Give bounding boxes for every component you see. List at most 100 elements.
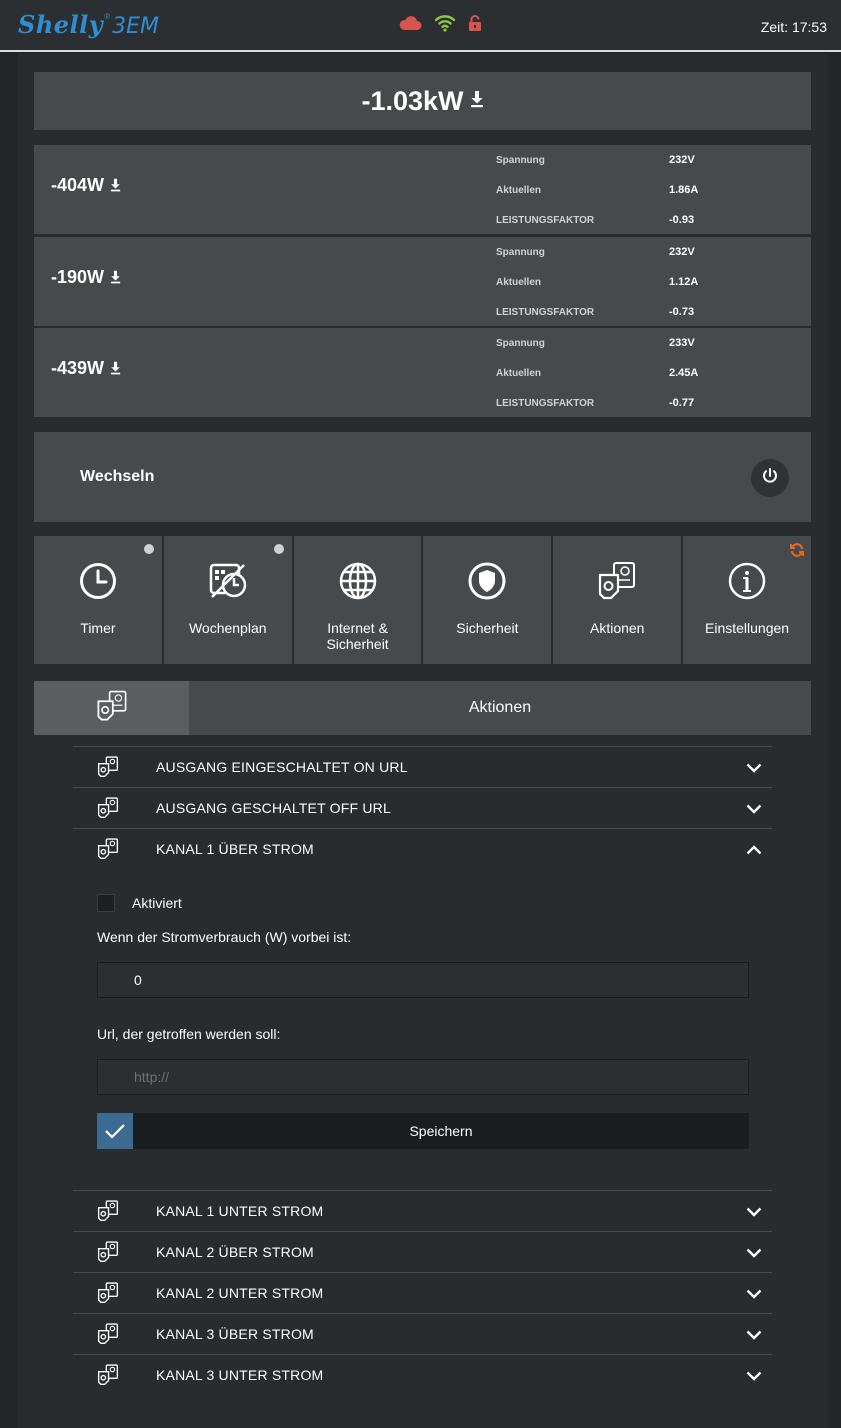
tile-label: Sicherheit [456,620,519,636]
action-label: KANAL 2 UNTER STROM [156,1285,324,1301]
shelly-logo: Shelly ® 3EM [18,10,159,39]
cloud-icon[interactable] [398,15,422,36]
clock-icon [78,560,118,602]
menu-tiles: Timer Wochenplan Internet & Sicherheit Si… [34,536,811,664]
shield-icon [467,560,507,602]
download-arrow-icon [110,359,121,380]
action-row-channel3-over-power[interactable]: KANAL 3 ÜBER STROM [73,1313,772,1354]
power-factor-value: -0.77 [669,397,695,409]
top-bar: Shelly ® 3EM Zeit: 17:53 [0,0,841,52]
action-row-channel3-under-power[interactable]: KANAL 3 UNTER STROM [73,1354,772,1395]
chevron-down-icon [746,1204,762,1222]
action-icon [97,1200,119,1227]
action-label: KANAL 3 ÜBER STROM [156,1326,314,1342]
current-value: 1.12A [669,276,699,288]
action-row-channel1-over-power[interactable]: KANAL 1 ÜBER STROM [73,828,772,869]
action-row-channel2-over-power[interactable]: KANAL 2 ÜBER STROM [73,1231,772,1272]
power-toggle-button[interactable] [751,459,789,497]
actions-list-bottom: KANAL 1 UNTER STROM KANAL 2 ÜBER STROM K… [73,1190,772,1395]
status-dot [273,544,284,554]
switch-label: Wechseln [80,468,155,485]
logo-brand: Shelly [18,10,104,39]
info-icon [727,560,767,602]
checkmark-icon [97,1113,133,1149]
lock-icon[interactable] [468,14,482,37]
action-icon [97,838,119,865]
download-arrow-icon [110,268,121,289]
tab-actions-icon[interactable] [34,681,189,735]
voltage-value: 232V [669,246,695,258]
action-label: KANAL 2 ÜBER STROM [156,1244,314,1260]
clock-display: Zeit: 17:53 [760,19,827,35]
chevron-down-icon [746,1286,762,1304]
phase-power-value: -190W [51,267,105,287]
phase-power-value: -439W [51,358,105,378]
url-input[interactable] [97,1059,749,1095]
tile-label: Internet & Sicherheit [326,620,388,652]
chevron-down-icon [746,801,762,819]
phase-card-3: -439W Spannung 233V Aktuellen 2.45A LEIS… [34,328,811,417]
action-row-output-off-url[interactable]: AUSGANG GESCHALTET OFF URL [73,787,772,828]
chevron-down-icon [746,1368,762,1386]
refresh-icon [789,542,805,563]
download-arrow-icon [110,176,121,197]
voltage-label: Spannung [496,247,545,258]
main-container: -1.03kW -404W Spannung 232V Aktuellen 1.… [18,54,828,1428]
current-label: Aktuellen [496,368,542,379]
chevron-down-icon [746,1245,762,1263]
wifi-icon[interactable] [434,14,456,37]
tile-schedule[interactable]: Wochenplan [163,536,292,664]
total-power-card: -1.03kW [34,72,811,130]
schedule-icon [208,560,248,602]
current-value: 1.86A [669,184,699,196]
power-icon [761,467,779,490]
tile-label: Timer [80,620,116,636]
channel1-over-power-panel: Aktiviert Wenn der Stromverbrauch (W) vo… [73,876,772,1190]
action-icon [97,797,119,824]
action-icon [97,756,119,783]
action-row-channel2-under-power[interactable]: KANAL 2 UNTER STROM [73,1272,772,1313]
power-factor-value: -0.73 [669,306,695,318]
action-row-channel1-under-power[interactable]: KANAL 1 UNTER STROM [73,1190,772,1231]
tile-settings[interactable]: Einstellungen [683,536,811,664]
tile-label: Aktionen [589,620,645,636]
actions-icon [597,560,637,602]
download-arrow-icon [470,90,484,113]
tile-internet-security[interactable]: Internet & Sicherheit [293,536,422,664]
current-label: Aktuellen [496,277,542,288]
chevron-down-icon [746,760,762,778]
switch-card: Wechseln [34,432,811,522]
action-row-output-on-url[interactable]: AUSGANG EINGESCHALTET ON URL [73,746,772,787]
chevron-down-icon [746,1327,762,1345]
logo-model: 3EM [112,14,160,39]
voltage-value: 232V [669,154,695,166]
enabled-checkbox[interactable] [97,894,115,912]
phase-power-value: -404W [51,175,105,195]
chevron-up-icon [746,842,762,860]
enabled-label: Aktiviert [132,895,182,911]
action-label: AUSGANG GESCHALTET OFF URL [156,800,391,816]
power-factor-label: LEISTUNGSFAKTOR [496,307,595,318]
tile-security[interactable]: Sicherheit [423,536,552,664]
tab-title: Aktionen [468,699,532,716]
tile-label: Wochenplan [188,620,267,636]
tile-actions[interactable]: Aktionen [553,536,682,664]
save-label: Speichern [409,1123,473,1139]
status-icons [398,14,482,37]
threshold-input[interactable] [97,962,749,998]
action-label: KANAL 1 UNTER STROM [156,1203,324,1219]
voltage-value: 233V [669,337,695,349]
tile-label-line1: Internet & [327,620,388,636]
save-button[interactable]: Speichern [97,1113,749,1149]
phase-card-2: -190W Spannung 232V Aktuellen 1.12A LEIS… [34,237,811,326]
phase-3-power: -439W [51,358,121,380]
voltage-label: Spannung [496,338,545,349]
url-label: Url, der getroffen werden soll: [97,1026,281,1042]
action-label: KANAL 3 UNTER STROM [156,1367,324,1383]
phase-1-power: -404W [51,175,121,197]
status-dot [143,544,154,554]
power-factor-label: LEISTUNGSFAKTOR [496,398,595,409]
actions-tab-bar: Aktionen [34,681,811,735]
tile-timer[interactable]: Timer [34,536,162,664]
threshold-label: Wenn der Stromverbrauch (W) vorbei ist: [97,929,352,945]
